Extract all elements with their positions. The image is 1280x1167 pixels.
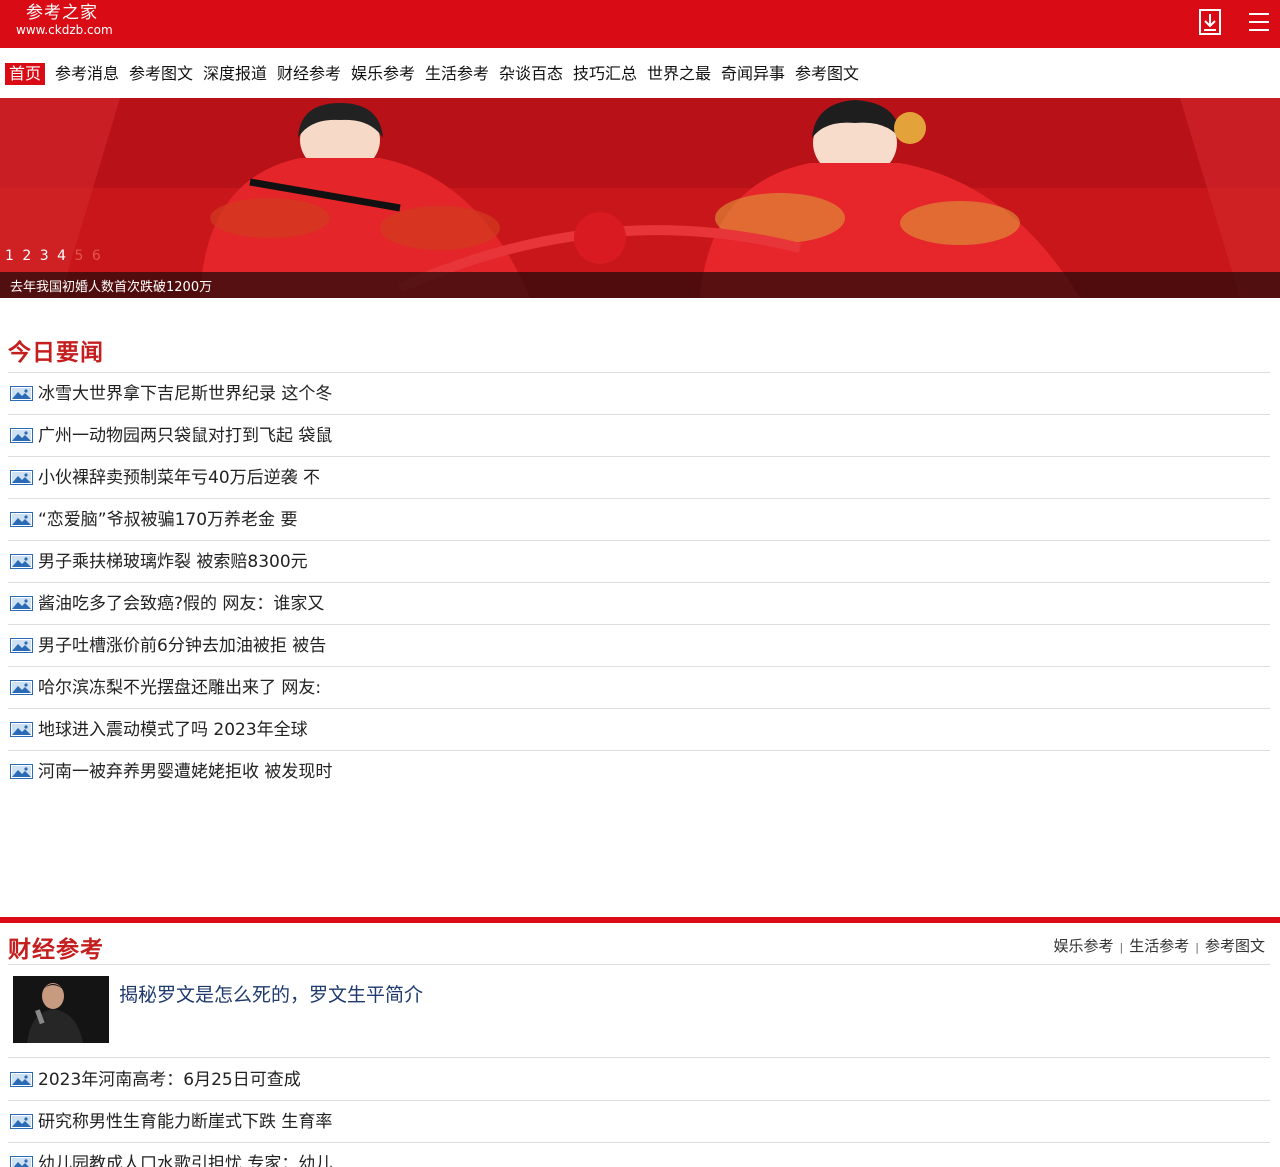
divider <box>8 708 1270 709</box>
news-list-item[interactable]: 河南一被弃养男婴遭姥姥拒收 被发现时 <box>10 760 332 784</box>
image-article-icon <box>10 428 33 443</box>
nav-item-world-records[interactable]: 世界之最 <box>647 62 711 86</box>
divider <box>8 624 1270 625</box>
nav-item-entertainment[interactable]: 娱乐参考 <box>351 62 415 86</box>
link-separator: | <box>1119 941 1124 954</box>
site-logo[interactable]: 参考之家 www.ckdzb.com <box>16 3 113 37</box>
section-more-links: 娱乐参考 | 生活参考 | 参考图文 <box>1054 935 1265 956</box>
image-article-icon <box>10 386 33 401</box>
nav-item-reference-news[interactable]: 参考消息 <box>55 62 119 86</box>
news-list-item[interactable]: 幼儿园教成人口水歌引担忧 专家：幼儿 <box>10 1152 332 1167</box>
slide-dot[interactable]: 3 <box>40 248 49 264</box>
nav-item-in-depth[interactable]: 深度报道 <box>203 62 267 86</box>
divider <box>8 498 1270 499</box>
news-list-item[interactable]: 哈尔滨冻梨不光摆盘还雕出来了 网友: <box>10 676 321 700</box>
section-title-finance[interactable]: 财经参考 <box>8 930 104 964</box>
news-title[interactable]: 男子吐槽涨价前6分钟去加油被拒 被告 <box>38 636 326 656</box>
slide-dot[interactable]: 6 <box>92 248 101 264</box>
logo-name: 参考之家 <box>26 3 98 23</box>
news-title[interactable]: 研究称男性生育能力断崖式下跌 生育率 <box>38 1112 332 1132</box>
news-list-item[interactable]: 男子乘扶梯玻璃炸裂 被索赔8300元 <box>10 550 308 574</box>
news-title[interactable]: 幼儿园教成人口水歌引担忧 专家：幼儿 <box>38 1154 332 1167</box>
image-article-icon <box>10 1156 33 1167</box>
main-nav: 首页 参考消息 参考图文 深度报道 财经参考 娱乐参考 生活参考 杂谈百态 技巧… <box>0 48 1280 98</box>
banner-image <box>0 98 1280 298</box>
more-link-pictures[interactable]: 参考图文 <box>1205 937 1265 955</box>
section-title-today: 今日要闻 <box>8 340 104 366</box>
news-title[interactable]: 地球进入震动模式了吗 2023年全球 <box>38 720 308 740</box>
hamburger-menu-icon[interactable] <box>1248 10 1270 34</box>
slide-dot[interactable]: 1 <box>5 248 14 264</box>
divider <box>8 582 1270 583</box>
news-list-item[interactable]: 地球进入震动模式了吗 2023年全球 <box>10 718 308 742</box>
news-list-item[interactable]: 2023年河南高考：6月25日可查成 <box>10 1068 301 1092</box>
divider <box>8 666 1270 667</box>
news-title[interactable]: 酱油吃多了会致癌?假的 网友：谁家又 <box>38 594 324 614</box>
image-article-icon <box>10 512 33 527</box>
divider <box>8 414 1270 415</box>
nav-item-home[interactable]: 首页 <box>5 63 46 85</box>
link-separator: | <box>1195 941 1199 954</box>
divider <box>8 1100 1270 1101</box>
news-list-item[interactable]: 冰雪大世界拿下吉尼斯世界纪录 这个冬 <box>10 382 332 406</box>
more-link-life[interactable]: 生活参考 <box>1129 937 1189 955</box>
news-title[interactable]: 冰雪大世界拿下吉尼斯世界纪录 这个冬 <box>38 384 332 404</box>
banner-caption[interactable]: 去年我国初婚人数首次跌破1200万 <box>10 276 212 295</box>
divider <box>8 540 1270 541</box>
banner-caption-bar: 去年我国初婚人数首次跌破1200万 <box>0 272 1280 298</box>
image-article-icon <box>10 554 33 569</box>
image-article-icon <box>10 1072 33 1087</box>
divider <box>8 1057 1270 1058</box>
slide-dot[interactable]: 5 <box>75 248 84 264</box>
divider <box>8 750 1270 751</box>
nav-item-finance[interactable]: 财经参考 <box>277 62 341 86</box>
news-list-item[interactable]: 男子吐槽涨价前6分钟去加油被拒 被告 <box>10 634 326 658</box>
news-list-item[interactable]: 酱油吃多了会致癌?假的 网友：谁家又 <box>10 592 324 616</box>
banner-slider[interactable]: 1 2 3 4 5 6 去年我国初婚人数首次跌破1200万 <box>0 98 1280 298</box>
feature-article-title[interactable]: 揭秘罗文是怎么死的，罗文生平简介 <box>119 980 423 1007</box>
image-article-icon <box>10 764 33 779</box>
logo-url: www.ckdzb.com <box>16 23 113 37</box>
more-link-entertainment[interactable]: 娱乐参考 <box>1054 937 1114 955</box>
nav-item-life[interactable]: 生活参考 <box>425 62 489 86</box>
nav-item-reference-pictures-2[interactable]: 参考图文 <box>795 62 859 86</box>
nav-item-oddities[interactable]: 奇闻异事 <box>721 62 785 86</box>
slide-dot[interactable]: 2 <box>22 248 31 264</box>
news-list-item[interactable]: 小伙裸辞卖预制菜年亏40万后逆袭 不 <box>10 466 320 490</box>
nav-item-reference-pictures[interactable]: 参考图文 <box>129 62 193 86</box>
divider <box>8 372 1270 373</box>
image-article-icon <box>10 1114 33 1129</box>
news-title[interactable]: 哈尔滨冻梨不光摆盘还雕出来了 网友: <box>38 678 321 698</box>
nav-item-miscellany[interactable]: 杂谈百态 <box>499 62 563 86</box>
download-icon[interactable] <box>1199 9 1221 35</box>
news-title[interactable]: 男子乘扶梯玻璃炸裂 被索赔8300元 <box>38 552 308 572</box>
divider <box>8 456 1270 457</box>
image-article-icon <box>10 638 33 653</box>
section-divider-red <box>0 917 1280 923</box>
slide-indicators: 1 2 3 4 5 6 <box>5 248 105 264</box>
news-title[interactable]: 2023年河南高考：6月25日可查成 <box>38 1070 301 1090</box>
news-title[interactable]: 广州一动物园两只袋鼠对打到飞起 袋鼠 <box>38 426 332 446</box>
news-list-item[interactable]: “恋爱脑”爷叔被骗170万养老金 要 <box>10 508 297 532</box>
image-article-icon <box>10 722 33 737</box>
divider <box>8 964 1270 965</box>
image-article-icon <box>10 470 33 485</box>
news-title[interactable]: “恋爱脑”爷叔被骗170万养老金 要 <box>38 510 297 530</box>
news-title[interactable]: 小伙裸辞卖预制菜年亏40万后逆袭 不 <box>38 468 320 488</box>
news-list-item[interactable]: 研究称男性生育能力断崖式下跌 生育率 <box>10 1110 332 1134</box>
news-title[interactable]: 河南一被弃养男婴遭姥姥拒收 被发现时 <box>38 762 332 782</box>
nav-item-tips[interactable]: 技巧汇总 <box>573 62 637 86</box>
divider <box>8 1142 1270 1143</box>
news-list-item[interactable]: 广州一动物园两只袋鼠对打到飞起 袋鼠 <box>10 424 332 448</box>
feature-photo <box>13 976 109 1043</box>
image-article-icon <box>10 680 33 695</box>
top-header: 参考之家 www.ckdzb.com <box>0 0 1280 48</box>
slide-dot[interactable]: 4 <box>57 248 66 264</box>
image-article-icon <box>10 596 33 611</box>
feature-thumbnail[interactable] <box>13 976 109 1043</box>
